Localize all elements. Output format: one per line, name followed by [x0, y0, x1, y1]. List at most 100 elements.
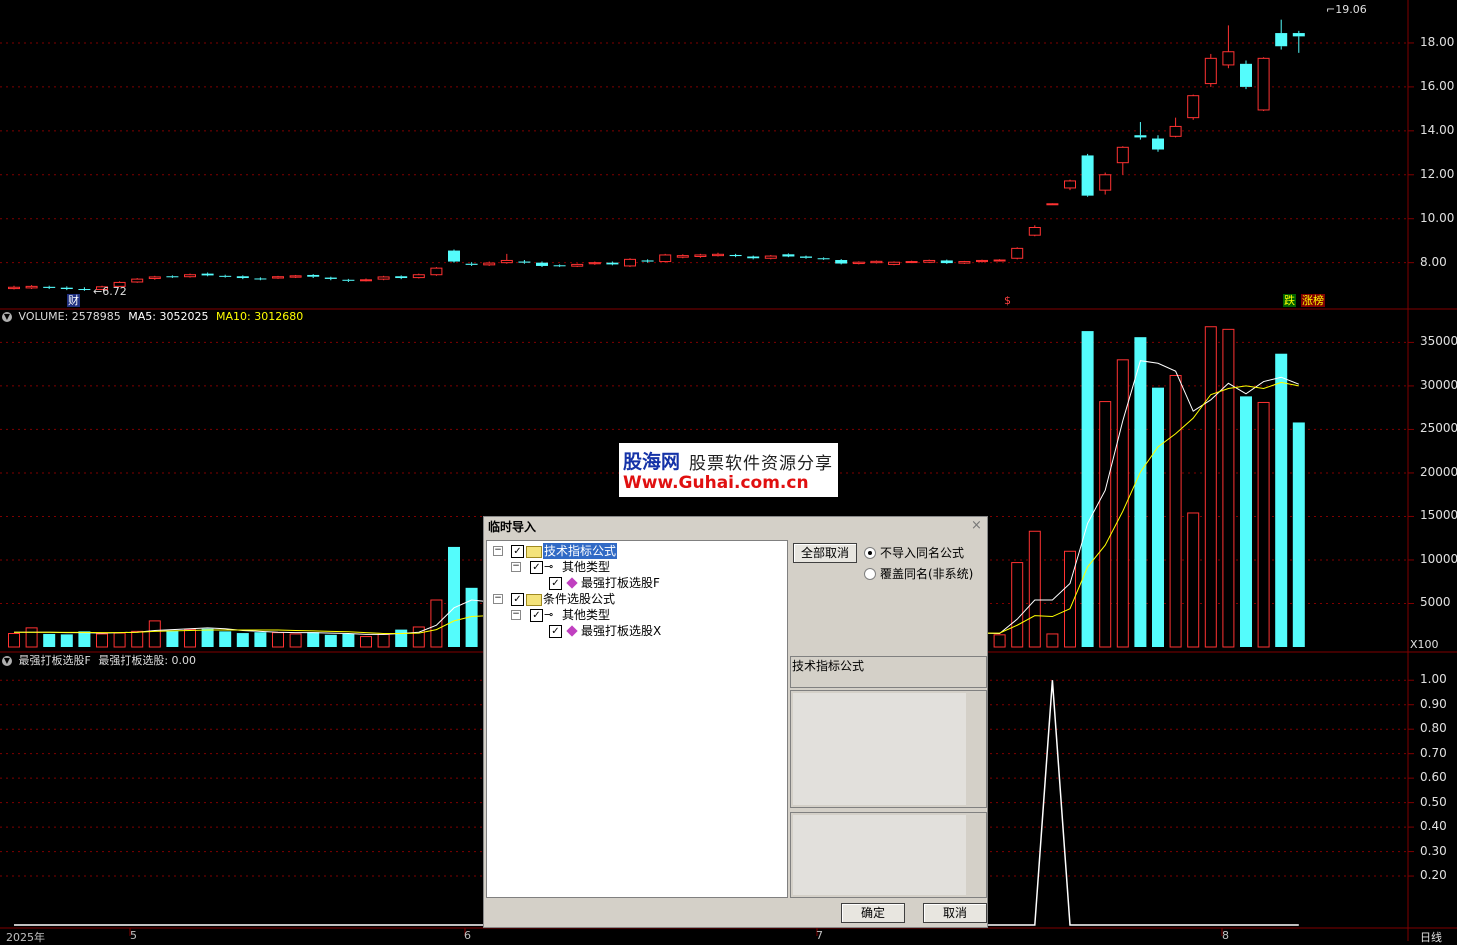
volume-bar-up [1011, 562, 1024, 648]
candle-body-up [1169, 125, 1182, 137]
formula-icon [566, 625, 578, 637]
detail-box[interactable] [790, 812, 987, 898]
volume-bar-up [1204, 326, 1217, 648]
candle-body-down [729, 254, 742, 257]
candle-body-down [606, 262, 619, 265]
volume-bar-down [324, 634, 337, 647]
price-tick-label: 8.00 [1420, 254, 1447, 269]
dollar-marker[interactable]: $ [1003, 294, 1012, 307]
candle-body-down [1134, 135, 1147, 138]
description-area [793, 693, 966, 805]
close-icon[interactable]: × [970, 519, 983, 533]
folder-icon [526, 546, 542, 558]
rise-list-marker[interactable]: 涨榜 [1301, 294, 1325, 307]
tree-item-other-type[interactable]: − ✓ ⊸ 其他类型 [487, 607, 787, 623]
candle-body-down [1240, 63, 1252, 87]
detail-area [793, 815, 966, 895]
volume-bar-down [236, 633, 249, 647]
volume-bar-down [1152, 387, 1164, 647]
candle-body-down [940, 260, 953, 264]
tree-item-formula-f[interactable]: ✓ 最强打板选股F [487, 575, 787, 591]
cancel-button[interactable]: 取消 [923, 903, 987, 923]
collapse-icon[interactable]: − [511, 610, 521, 620]
key-icon: ⊸ [544, 560, 554, 573]
tree-checkbox[interactable]: ✓ [530, 609, 543, 622]
dialog-title[interactable]: 临时导入 [484, 517, 987, 537]
candle-body-down [395, 276, 408, 279]
volume-bar-up [360, 636, 372, 648]
description-box[interactable] [790, 690, 987, 808]
candle-body-down [1081, 155, 1094, 196]
tree-label: 其他类型 [562, 560, 611, 574]
tree-item-formula-x[interactable]: ✓ 最强打板选股X [487, 623, 787, 639]
candle-body-up [184, 274, 196, 278]
high-price-label: ⌐19.06 [1326, 3, 1367, 16]
candle-body-up [712, 253, 724, 257]
indicator-tick-label: 0.30 [1420, 843, 1447, 858]
finance-marker[interactable]: 财 [67, 294, 80, 307]
ok-button[interactable]: 确定 [841, 903, 905, 923]
candle-body-down [448, 250, 460, 262]
volume-bar-up [8, 633, 20, 648]
candle-body-up [148, 276, 161, 279]
candle-body-up [588, 262, 601, 265]
chevron-down-icon[interactable]: ▼ [2, 656, 12, 666]
candle-body-down [166, 276, 179, 278]
collapse-icon[interactable]: − [511, 562, 521, 572]
candle-body-up [272, 276, 284, 279]
collapse-icon[interactable]: − [493, 546, 503, 556]
volume-tick-label: 35000 [1420, 334, 1457, 349]
volume-bar-up [289, 633, 302, 648]
price-tick-label: 16.00 [1420, 78, 1455, 93]
x-label-year: 2025年 [6, 931, 45, 944]
tree-item-tech-formula[interactable]: − ✓ 技术指标公式 [487, 543, 787, 559]
candle-body-up [1099, 174, 1112, 191]
volume-bar-down [342, 633, 355, 647]
tree-item-other-type[interactable]: − ✓ ⊸ 其他类型 [487, 559, 787, 575]
collapse-icon[interactable]: − [493, 594, 503, 604]
volume-bar-up [1099, 401, 1112, 648]
volume-tick-label: 10000 [1420, 551, 1457, 566]
volume-bar-down [395, 629, 408, 647]
price-tick-label: 18.00 [1420, 34, 1455, 49]
volume-bar-up [993, 634, 1006, 648]
volume-bar-down [448, 546, 460, 647]
volume-bar-up [96, 633, 108, 648]
volume-bar-down [1292, 422, 1305, 647]
tree-checkbox[interactable]: ✓ [549, 577, 562, 590]
radio-skip-label[interactable]: 不导入同名公式 [880, 544, 964, 561]
candle-body-up [870, 260, 883, 264]
chevron-down-icon[interactable]: ▼ [2, 312, 12, 322]
deselect-all-button[interactable]: 全部取消 [793, 543, 857, 563]
radio-overwrite[interactable] [864, 568, 876, 580]
candle-body-up [377, 276, 390, 280]
period-label[interactable]: 日线 [1420, 929, 1442, 945]
drop-marker[interactable]: 跌 [1283, 294, 1296, 307]
volume-bar-up [113, 632, 126, 648]
volume-bar-down [1134, 337, 1147, 647]
import-dialog: 临时导入 × − ✓ 技术指标公式 − ✓ ⊸ 其他类型 ✓ 最强打板选股F −… [483, 516, 988, 928]
indicator-value: 最强打板选股: 0.00 [98, 654, 197, 667]
tree-checkbox[interactable]: ✓ [549, 625, 562, 638]
candle-body-up [624, 258, 636, 267]
tree-checkbox[interactable]: ✓ [511, 545, 524, 558]
volume-header: ▼ VOLUME: 2578985 MA5: 3052025 MA10: 301… [2, 310, 303, 324]
volume-tick-label: 30000 [1420, 377, 1457, 392]
tree-checkbox[interactable]: ✓ [511, 593, 524, 606]
candle-body-down [342, 279, 355, 281]
tree-item-condition-formula[interactable]: − ✓ 条件选股公式 [487, 591, 787, 607]
watermark-brand: 股海网 [623, 451, 681, 473]
tree-checkbox[interactable]: ✓ [530, 561, 543, 574]
radio-skip-same-name[interactable] [864, 547, 876, 559]
formula-tree[interactable]: − ✓ 技术指标公式 − ✓ ⊸ 其他类型 ✓ 最强打板选股F − ✓ 条件选股… [486, 540, 788, 898]
low-price-label: ←6.72 [93, 285, 127, 298]
candle-body-down [78, 289, 91, 291]
candle-body-down [782, 254, 795, 257]
watermark-slogan: 股票软件资源分享 [689, 454, 833, 474]
candle-body-up [1011, 247, 1024, 259]
volume-bar-down [254, 632, 267, 647]
volume-bar-up [272, 632, 284, 648]
radio-overwrite-label[interactable]: 覆盖同名(非系统) [880, 565, 973, 582]
indicator-header: ▼ 最强打板选股F 最强打板选股: 0.00 [2, 654, 196, 668]
volume-tick-label: 25000 [1420, 421, 1457, 436]
